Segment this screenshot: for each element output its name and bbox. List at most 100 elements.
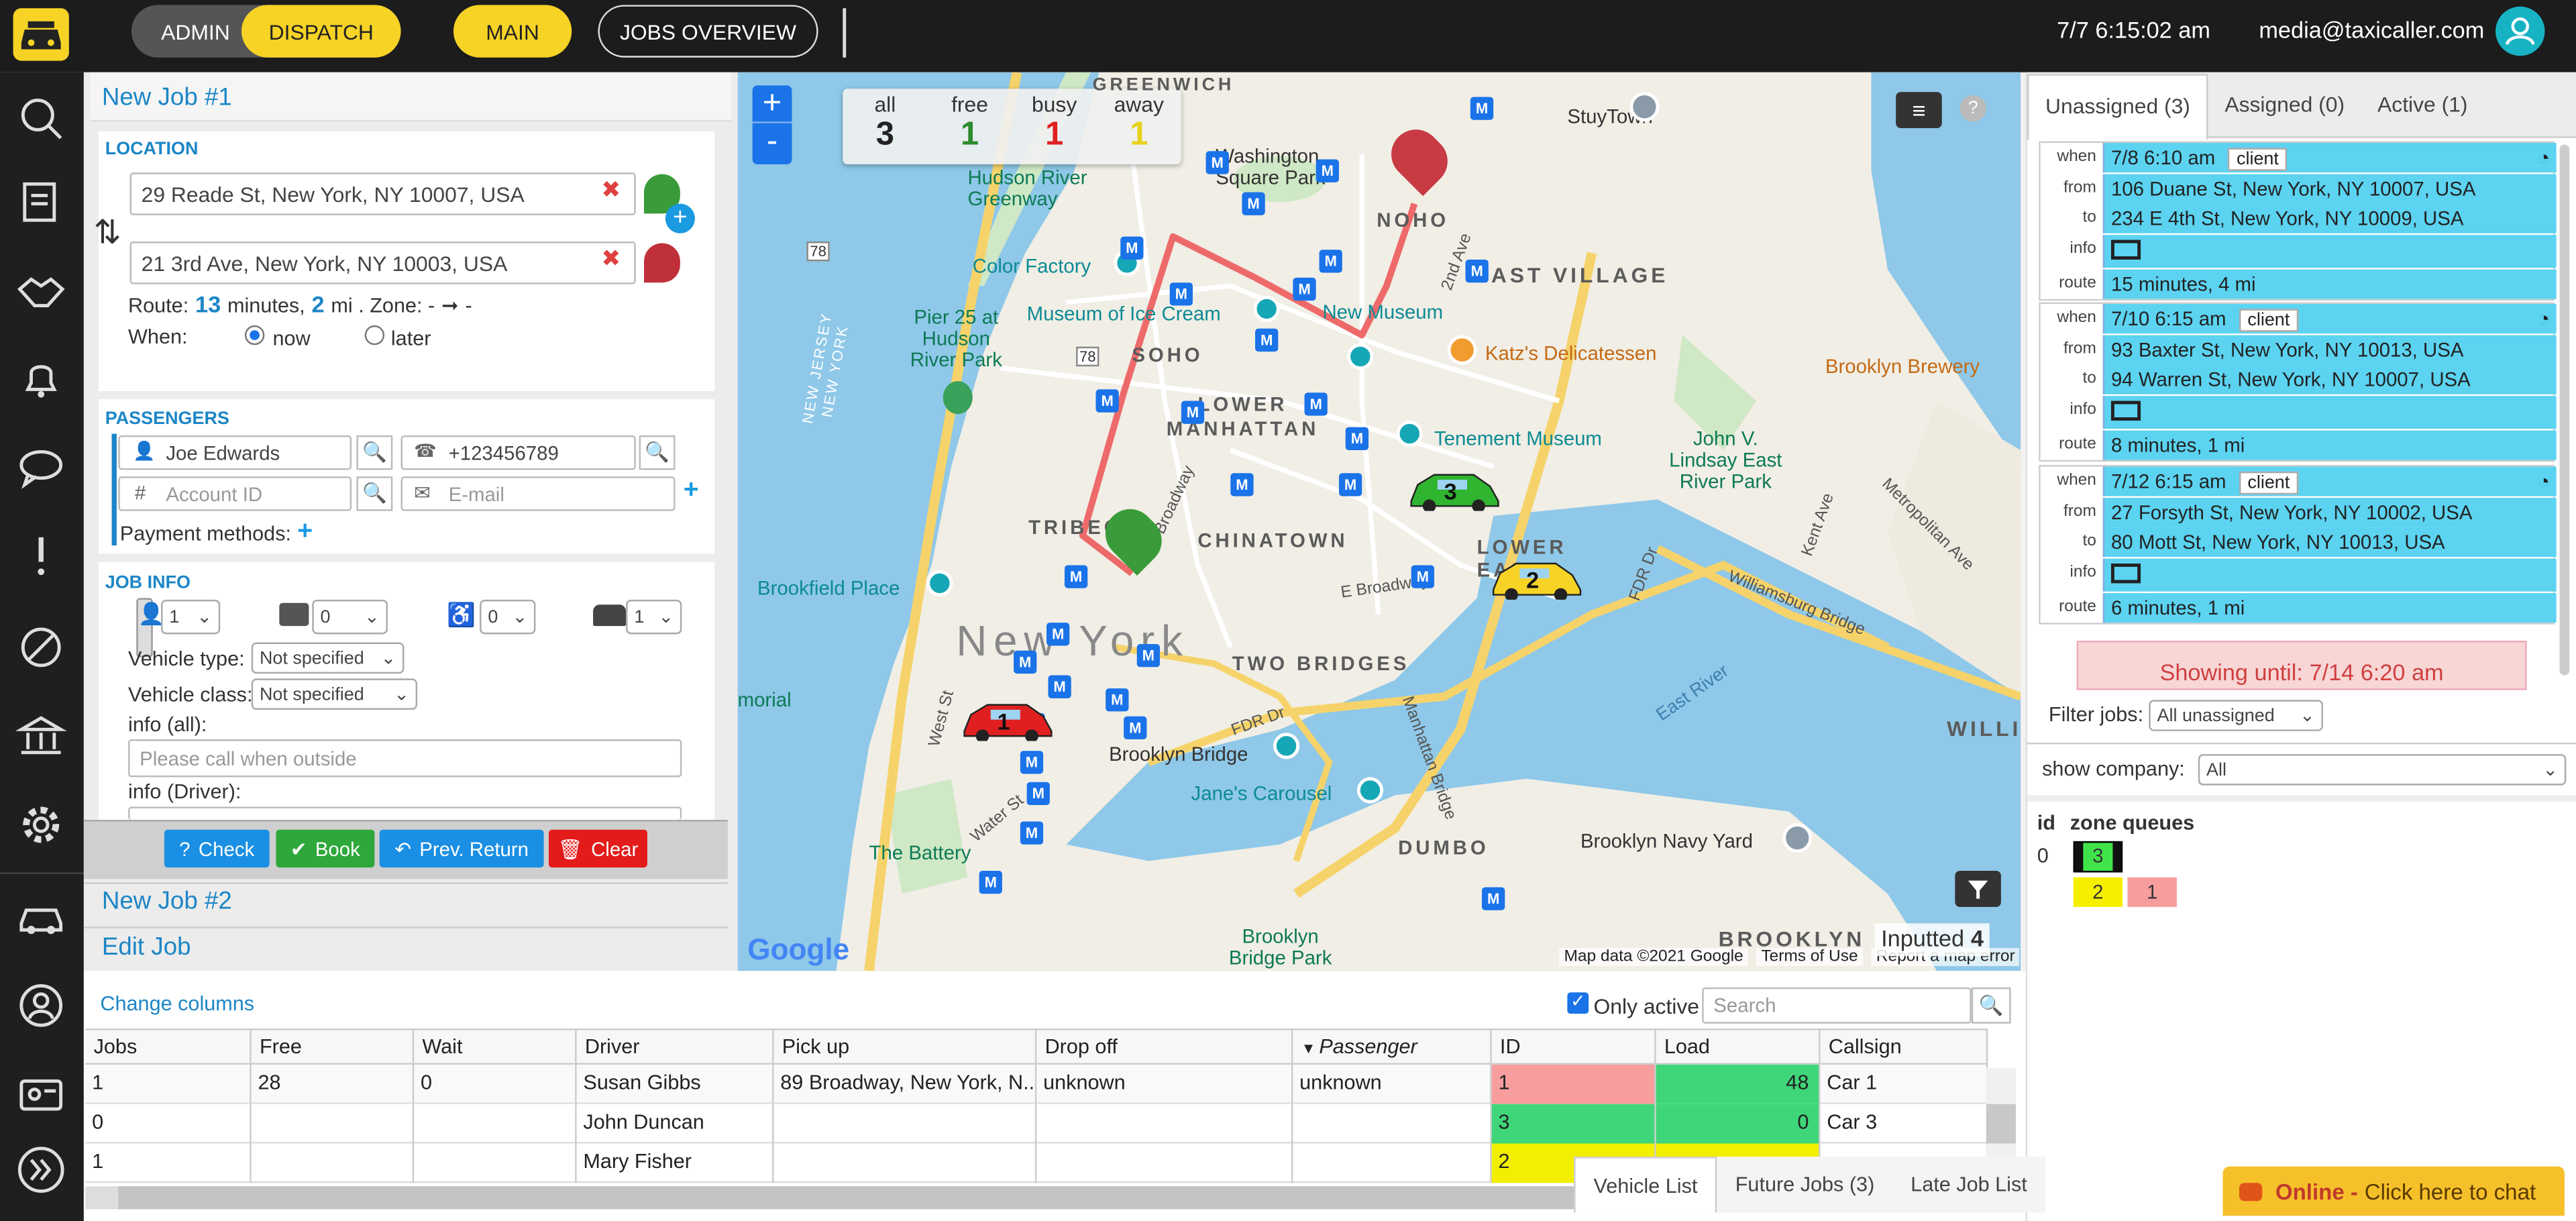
when-later-radio[interactable]: [364, 325, 385, 346]
poi-brooklyn-bridge-icon[interactable]: [1273, 733, 1300, 759]
subway-station-icon[interactable]: M: [1020, 821, 1044, 845]
job-title[interactable]: New Job #1: [102, 84, 232, 112]
swap-addresses-icon[interactable]: ⇅: [94, 212, 121, 253]
expand-icon[interactable]: [15, 1144, 67, 1196]
vehicle-count-select[interactable]: 1 ⌄: [626, 599, 682, 635]
filter-icon[interactable]: [1955, 870, 2001, 907]
user-icon[interactable]: [15, 979, 67, 1032]
column-header-drop-off[interactable]: Drop off: [1036, 1030, 1293, 1065]
email-input[interactable]: E-mail: [400, 476, 676, 511]
chat-widget[interactable]: Online - Click here to chat: [2222, 1166, 2565, 1216]
subway-station-icon[interactable]: M: [1242, 192, 1265, 215]
bank-icon[interactable]: [15, 710, 67, 762]
subway-station-icon[interactable]: M: [1293, 277, 1316, 301]
poi-stuytown-icon[interactable]: [1629, 92, 1660, 122]
chat-icon[interactable]: [15, 440, 67, 492]
id-card-icon[interactable]: [15, 1068, 67, 1120]
subway-station-icon[interactable]: M: [1205, 151, 1229, 174]
column-header-callsign[interactable]: Callsign: [1820, 1030, 1988, 1065]
handshake-icon[interactable]: [15, 266, 67, 319]
poi-museum-ice-cream-icon[interactable]: [1253, 295, 1280, 323]
subway-station-icon[interactable]: M: [1319, 250, 1342, 273]
table-search-icon[interactable]: 🔍: [1971, 987, 2011, 1024]
check-button[interactable]: ? Check: [164, 829, 270, 868]
map-view[interactable]: + - all 3 free 1 busy 1 away 1 ≡ ? GREENWICH Was…: [737, 72, 2021, 971]
subway-station-icon[interactable]: M: [1338, 473, 1362, 496]
search-phone-icon[interactable]: 🔍: [639, 435, 676, 470]
new-job-2-tab[interactable]: New Job #2: [102, 887, 232, 915]
bell-icon[interactable]: [15, 352, 67, 404]
subway-station-icon[interactable]: M: [1316, 159, 1339, 182]
luggage-count-select[interactable]: 0 ⌄: [312, 599, 388, 635]
subway-station-icon[interactable]: M: [1026, 782, 1050, 806]
search-passenger-icon[interactable]: 🔍: [356, 435, 393, 470]
filter-jobs-select[interactable]: All unassigned ⌄: [2149, 700, 2323, 731]
bottom-tab-future[interactable]: Future Jobs (3): [1717, 1157, 1892, 1212]
user-email[interactable]: media@taxicaller.com: [2259, 16, 2484, 42]
subway-station-icon[interactable]: M: [1345, 427, 1369, 451]
column-header-load[interactable]: Load: [1656, 1030, 1821, 1065]
subway-station-icon[interactable]: M: [1064, 565, 1088, 588]
clear-pickup-icon[interactable]: ✖: [601, 176, 621, 204]
add-stop-icon[interactable]: +: [665, 203, 695, 233]
dispatch-button[interactable]: DISPATCH: [241, 5, 401, 58]
subway-station-icon[interactable]: M: [1095, 389, 1119, 413]
book-button[interactable]: ✔ Book: [276, 829, 375, 868]
unassigned-job-card[interactable]: when 7/12 6:15 am client ◔ from 27 Forsyth St…: [2039, 465, 2557, 625]
clear-dropoff-icon[interactable]: ✖: [601, 245, 621, 273]
zone-queue-free-cell[interactable]: 3: [2073, 841, 2123, 873]
poi-janes-carousel-icon[interactable]: [1356, 777, 1384, 804]
subway-station-icon[interactable]: M: [1230, 473, 1254, 496]
passenger-count-select[interactable]: 1 ⌄: [161, 599, 221, 635]
user-avatar-icon[interactable]: [2496, 6, 2545, 56]
zoom-out-button[interactable]: -: [753, 123, 792, 160]
subway-station-icon[interactable]: M: [1481, 887, 1505, 910]
info-all-input[interactable]: Please call when outside: [128, 739, 682, 778]
subway-station-icon[interactable]: M: [1120, 236, 1144, 260]
column-header-wait[interactable]: Wait: [414, 1030, 577, 1065]
column-header-passenger[interactable]: ▼ Passenger: [1293, 1030, 1492, 1065]
alert-icon[interactable]: [15, 529, 67, 582]
jobs-scrollbar[interactable]: [2559, 144, 2570, 676]
poi-brookfield-icon[interactable]: [926, 570, 953, 596]
change-columns-link[interactable]: Change columns: [100, 992, 254, 1015]
info-driver-input[interactable]: [128, 806, 682, 820]
zoom-in-button[interactable]: +: [753, 85, 792, 121]
poi-katz-icon[interactable]: [1447, 335, 1477, 365]
column-header-id[interactable]: ID: [1492, 1030, 1656, 1065]
tab-assigned[interactable]: Assigned (0): [2208, 74, 2361, 140]
help-icon[interactable]: ?: [1960, 95, 1986, 122]
subway-station-icon[interactable]: M: [1411, 565, 1434, 588]
main-button[interactable]: MAIN: [453, 5, 572, 58]
edit-job-tab[interactable]: Edit Job: [102, 933, 191, 961]
prev-return-button[interactable]: ↶ Prev. Return: [379, 829, 544, 868]
subway-station-icon[interactable]: M: [1048, 675, 1071, 698]
admin-button[interactable]: ADMIN: [142, 5, 250, 57]
taxi-logo[interactable]: [13, 8, 69, 61]
subway-station-icon[interactable]: M: [979, 870, 1002, 894]
jobs-overview-button[interactable]: JOBS OVERVIEW: [598, 5, 818, 58]
car-icon[interactable]: [15, 890, 67, 943]
subway-station-icon[interactable]: M: [1181, 401, 1205, 424]
subway-station-icon[interactable]: M: [1465, 259, 1489, 283]
blocked-icon[interactable]: [15, 621, 67, 674]
company-select[interactable]: All ⌄: [2198, 754, 2567, 786]
poi-navy-yard-icon[interactable]: [1782, 822, 1813, 853]
when-now-radio[interactable]: [244, 325, 265, 346]
add-passenger-icon[interactable]: +: [684, 476, 699, 506]
job-timer-icon[interactable]: ◔: [2538, 467, 2550, 496]
subway-station-icon[interactable]: M: [1136, 644, 1160, 668]
search-account-icon[interactable]: 🔍: [356, 476, 393, 511]
search-icon[interactable]: [15, 92, 67, 144]
account-id-input[interactable]: Account ID: [118, 476, 352, 511]
subway-station-icon[interactable]: M: [1020, 751, 1044, 774]
unassigned-job-card[interactable]: when 7/8 6:10 am client ◔ from 106 Duane St, …: [2039, 141, 2557, 301]
table-search-input[interactable]: Search: [1702, 987, 1972, 1024]
subway-station-icon[interactable]: M: [1106, 688, 1129, 712]
only-active-checkbox[interactable]: ✓: [1567, 992, 1589, 1014]
zone-queue-away-cell[interactable]: 2: [2073, 877, 2123, 907]
car-3-icon[interactable]: 3: [1405, 468, 1503, 513]
add-payment-icon[interactable]: +: [297, 517, 313, 547]
layers-menu-icon[interactable]: ≡: [1896, 92, 1942, 129]
pickup-address-input[interactable]: 29 Reade St, New York, NY 10007, USA: [129, 172, 636, 215]
